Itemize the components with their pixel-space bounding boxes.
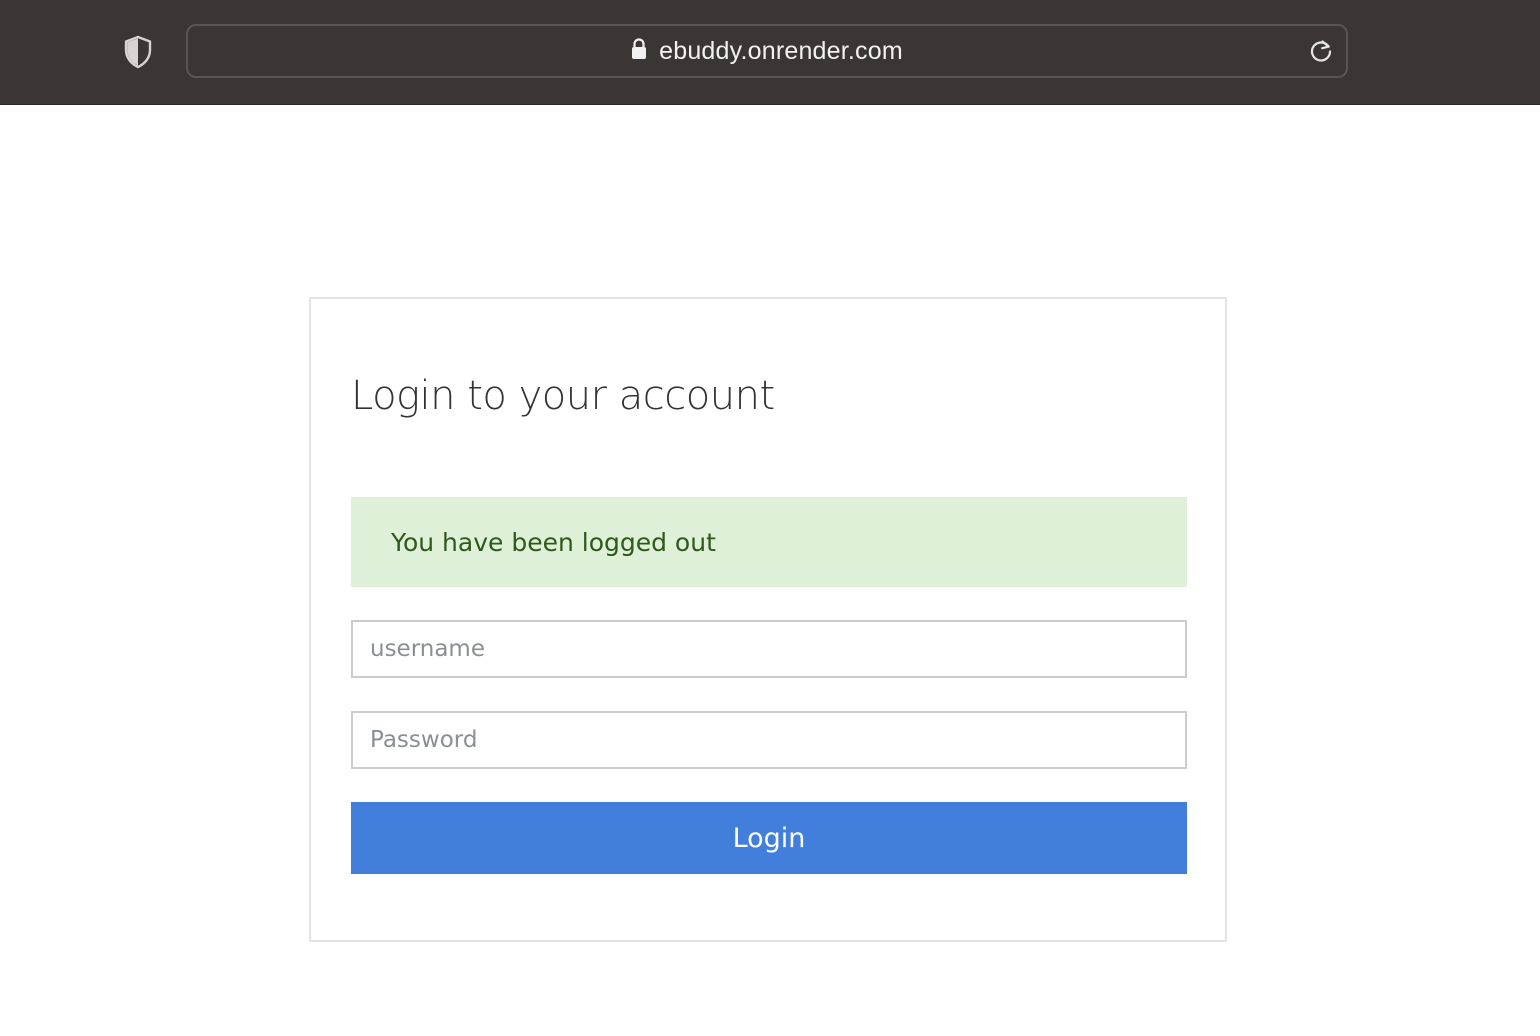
login-card: Login to your account You have been logg… [309, 297, 1227, 942]
page-title: Login to your account [351, 373, 775, 419]
login-button[interactable]: Login [351, 802, 1187, 874]
alert-message: You have been logged out [391, 527, 716, 557]
logout-alert: You have been logged out [351, 497, 1187, 587]
username-input[interactable] [351, 620, 1187, 678]
shield-icon[interactable] [120, 34, 156, 70]
address-bar[interactable]: ebuddy.onrender.com [186, 24, 1348, 78]
lock-icon [631, 37, 647, 65]
url-text: ebuddy.onrender.com [659, 36, 903, 65]
password-input[interactable] [351, 711, 1187, 769]
browser-toolbar: ebuddy.onrender.com [0, 0, 1540, 105]
reload-icon[interactable] [1306, 36, 1336, 66]
